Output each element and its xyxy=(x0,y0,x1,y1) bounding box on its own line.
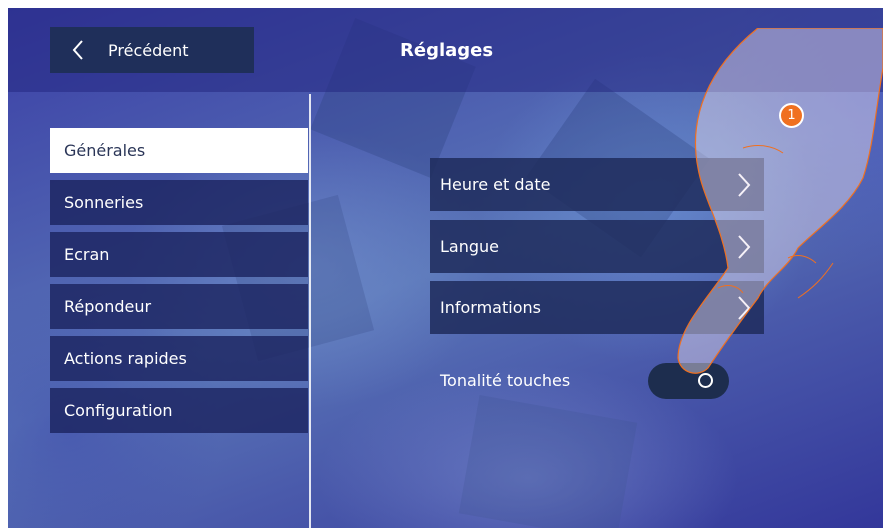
toggle-label: Tonalité touches xyxy=(440,371,571,390)
sidebar-item-actions-rapides[interactable]: Actions rapides xyxy=(50,336,308,381)
sidebar-item-sonneries[interactable]: Sonneries xyxy=(50,180,308,225)
settings-row-langue[interactable]: Langue xyxy=(430,220,764,273)
sidebar-item-ecran[interactable]: Ecran xyxy=(50,232,308,277)
sidebar-item-repondeur[interactable]: Répondeur xyxy=(50,284,308,329)
sidebar-item-label: Générales xyxy=(64,141,146,160)
toggle-knob xyxy=(698,373,713,388)
back-button-label: Précédent xyxy=(108,40,189,60)
sidebar-item-label: Configuration xyxy=(64,401,173,420)
chevron-right-icon xyxy=(736,172,752,198)
row-label: Langue xyxy=(440,237,499,256)
back-button[interactable]: Précédent xyxy=(50,27,254,73)
page-title: Réglages xyxy=(400,40,494,61)
settings-row-informations[interactable]: Informations xyxy=(430,281,764,334)
top-bar: Précédent Réglages xyxy=(8,8,883,92)
step-number-badge: 1 xyxy=(779,103,804,128)
vertical-divider xyxy=(309,94,311,528)
background-cube xyxy=(458,395,638,528)
settings-screen: Précédent Réglages Générales Sonneries E… xyxy=(8,8,883,528)
sidebar-item-label: Ecran xyxy=(64,245,110,264)
chevron-left-icon xyxy=(60,27,96,73)
row-label: Heure et date xyxy=(440,175,551,194)
row-label: Informations xyxy=(440,298,541,317)
sidebar-item-generales[interactable]: Générales xyxy=(50,128,308,173)
chevron-right-icon xyxy=(736,295,752,321)
key-tone-toggle[interactable] xyxy=(648,363,729,399)
sidebar-item-label: Répondeur xyxy=(64,297,152,316)
sidebar-item-label: Actions rapides xyxy=(64,349,187,368)
sidebar-item-label: Sonneries xyxy=(64,193,144,212)
sidebar-item-configuration[interactable]: Configuration xyxy=(50,388,308,433)
settings-row-heure-et-date[interactable]: Heure et date xyxy=(430,158,764,211)
chevron-right-icon xyxy=(736,234,752,260)
